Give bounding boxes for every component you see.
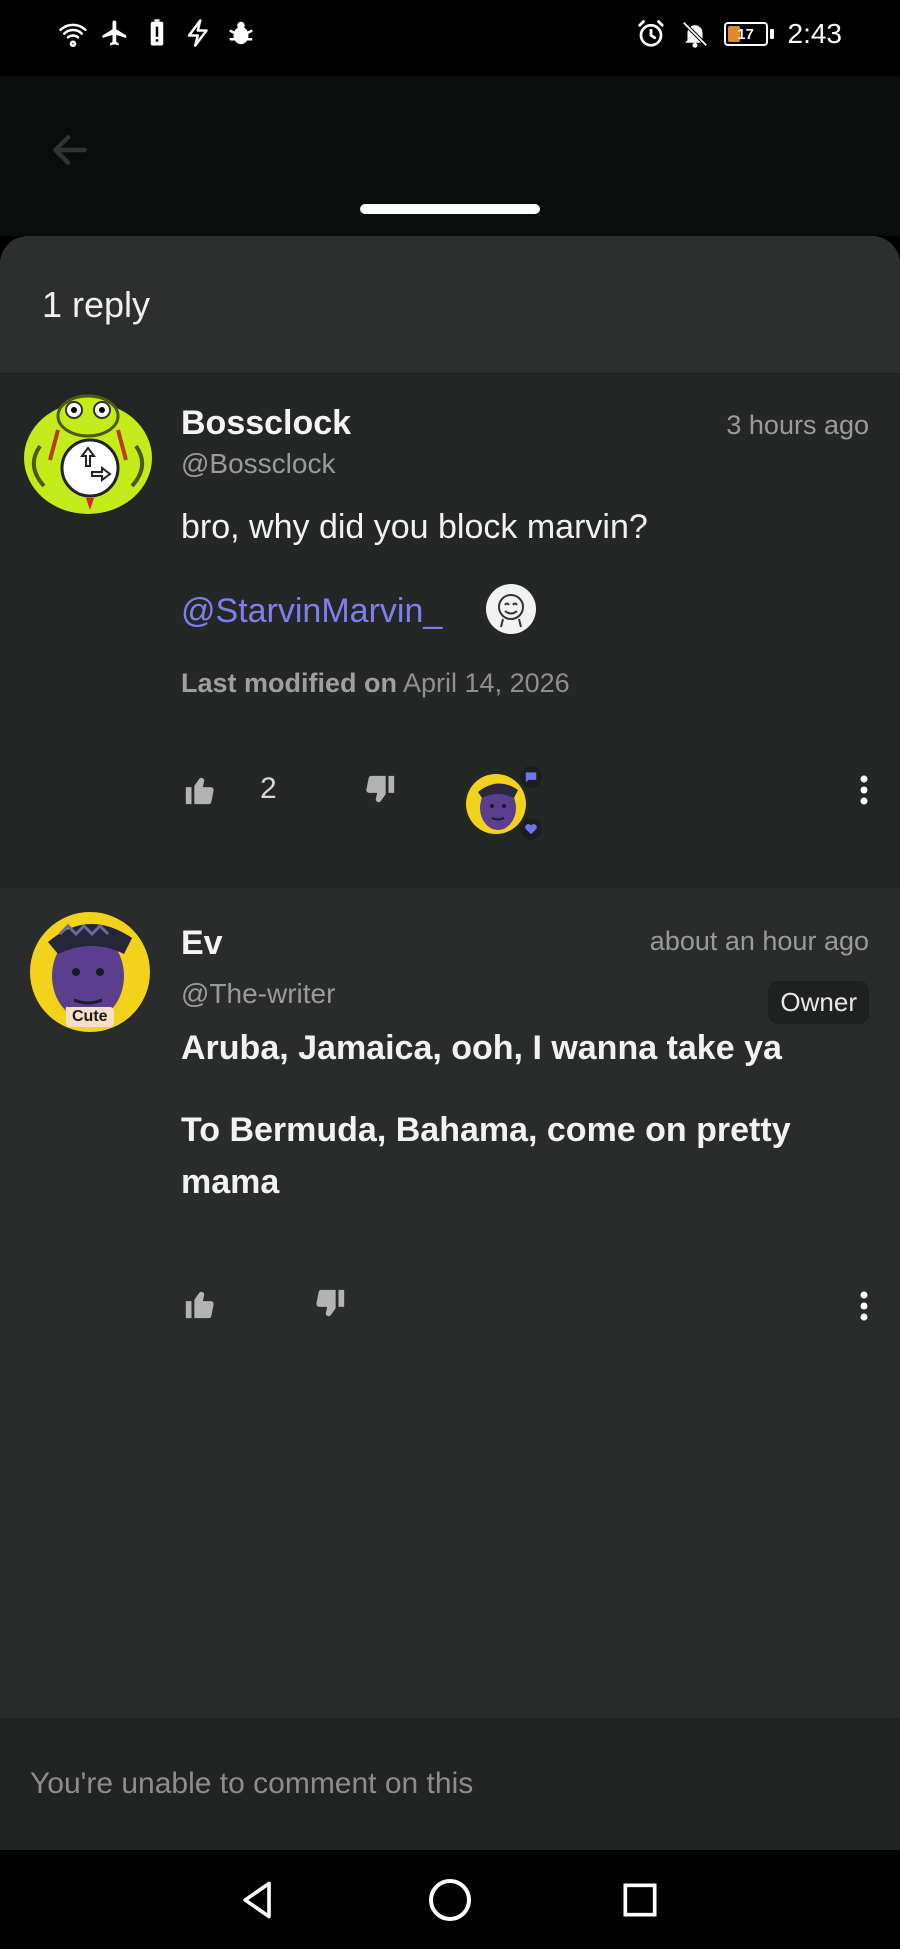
- status-bar: 17 2:43: [0, 0, 900, 76]
- reply-indicator: [520, 766, 542, 788]
- avatar[interactable]: [20, 386, 156, 522]
- comment-time: 3 hours ago: [726, 410, 869, 440]
- background-header: [0, 76, 900, 236]
- thumb-up-icon: [185, 1291, 214, 1319]
- status-time: 2:43: [787, 18, 843, 49]
- person-avatar-icon: [478, 783, 518, 830]
- battery-alert-icon: [150, 19, 164, 46]
- nav-home-button[interactable]: [420, 1870, 480, 1930]
- nav-recents-button[interactable]: [610, 1870, 670, 1930]
- flash-icon: [187, 19, 208, 47]
- modified-date: April 14, 2026: [403, 668, 570, 698]
- arrow-back-icon: [53, 134, 87, 166]
- more-options-button[interactable]: [842, 1276, 886, 1336]
- sheet-drag-handle[interactable]: [360, 204, 540, 214]
- wifi-icon: [59, 23, 87, 47]
- like-count: 2: [260, 772, 277, 805]
- doodle-face-icon: [498, 594, 524, 628]
- comment-author[interactable]: Ev: [181, 924, 223, 963]
- battery-indicator: 17: [723, 22, 768, 46]
- battery-level: 17: [737, 25, 754, 43]
- system-nav-bar: [0, 1850, 900, 1949]
- comment-line: To Bermuda, Bahama, come on pretty mama: [181, 1111, 791, 1201]
- more-vert-icon: [860, 1291, 868, 1321]
- status-icons-left: [58, 18, 256, 48]
- owner-badge: Owner: [768, 981, 869, 1024]
- parent-comment: Bossclock @Bossclock 3 hours ago bro, wh…: [0, 374, 900, 888]
- thumb-down-icon: [316, 1289, 345, 1317]
- heart-icon: [525, 824, 537, 835]
- notifications-off-icon: [681, 21, 708, 48]
- thumb-down-icon: [366, 775, 395, 803]
- comment-line: Aruba, Jamaica, ooh, I wanna take ya: [181, 1029, 782, 1067]
- like-button[interactable]: [178, 768, 222, 812]
- creator-avatar: [466, 774, 526, 834]
- dislike-button[interactable]: [308, 1282, 352, 1326]
- heart-indicator: [520, 818, 542, 840]
- status-icons-right: 17 2:43: [636, 18, 843, 50]
- sheet-header: 1 reply: [0, 236, 900, 374]
- thumb-up-icon: [185, 777, 214, 805]
- frog-avatar-icon: [24, 394, 152, 514]
- comment-handle[interactable]: @The-writer: [181, 978, 335, 1010]
- mention-link[interactable]: @StarvinMarvin_: [181, 592, 442, 631]
- nav-back-button[interactable]: [228, 1870, 288, 1930]
- replies-sheet: 1 reply Bossclock @Bossclock 3 hours ago…: [0, 236, 900, 1850]
- triangle-back-icon: [243, 1881, 271, 1919]
- alarm-icon: [637, 20, 664, 47]
- more-vert-icon: [860, 775, 868, 805]
- bug-icon: [229, 21, 253, 45]
- comment-disabled-bar: You're unable to comment on this: [0, 1718, 900, 1850]
- comment-author[interactable]: Bossclock: [181, 404, 351, 443]
- like-button[interactable]: [178, 1282, 222, 1326]
- comment-disabled-text: You're unable to comment on this: [30, 1767, 474, 1800]
- sheet-title: 1 reply: [42, 283, 151, 325]
- circle-home-icon: [429, 1879, 471, 1921]
- mention-avatar[interactable]: [486, 584, 536, 634]
- reply-comment: Cute Ev @The-writer about an hour ago Ow…: [0, 888, 900, 1718]
- dislike-button[interactable]: [358, 768, 402, 812]
- comment-time: about an hour ago: [649, 926, 869, 956]
- avatar-tag: Cute: [66, 1007, 114, 1027]
- chat-bubble-icon: [525, 772, 537, 783]
- comment-text: bro, why did you block marvin?: [181, 508, 648, 546]
- creator-reaction[interactable]: [464, 766, 542, 840]
- last-modified: Last modified on April 14, 2026: [181, 668, 570, 699]
- comment-handle[interactable]: @Bossclock: [181, 448, 335, 480]
- more-options-button[interactable]: [842, 760, 886, 820]
- square-recents-icon: [623, 1883, 657, 1917]
- back-button[interactable]: [40, 120, 100, 180]
- airplane-icon: [102, 20, 127, 46]
- modified-label: Last modified on: [181, 668, 397, 698]
